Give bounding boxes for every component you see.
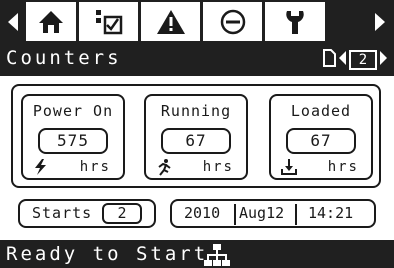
date-value: Aug12 xyxy=(239,204,285,222)
page-title: Counters xyxy=(6,47,122,69)
page-number: 2 xyxy=(349,50,377,70)
status-text: Ready to Start xyxy=(6,243,209,265)
counter-value: 67 xyxy=(286,128,356,154)
page-icon xyxy=(322,49,336,71)
counter-power-on: Power On 575 hrs xyxy=(21,94,125,180)
page-next-icon[interactable] xyxy=(379,50,388,70)
counter-running: Running 67 hrs xyxy=(144,94,248,180)
home-icon[interactable] xyxy=(26,2,76,41)
right-arrow-icon[interactable] xyxy=(369,2,391,41)
time-value: 14:21 xyxy=(308,204,354,222)
title-bar: Counters 2 xyxy=(0,43,394,76)
counter-label: Power On xyxy=(32,102,114,120)
starts-counter: Starts 2 xyxy=(18,199,156,228)
status-bar: Ready to Start xyxy=(0,240,394,268)
toolbar xyxy=(0,0,394,43)
checklist-icon[interactable] xyxy=(79,2,138,41)
counter-unit: hrs xyxy=(79,159,111,175)
date-time-display: 2010 Aug12 14:21 xyxy=(170,199,376,228)
service-wrench-icon[interactable] xyxy=(265,2,325,41)
left-arrow-icon[interactable] xyxy=(2,2,24,41)
counter-value: 67 xyxy=(161,128,231,154)
lightning-icon xyxy=(32,158,50,176)
counters-panel: Power On 575 hrs Running 67 hrs Loaded 6… xyxy=(11,84,381,188)
network-icon xyxy=(204,243,230,267)
counter-unit: hrs xyxy=(327,159,359,175)
stop-icon[interactable] xyxy=(203,2,262,41)
warning-icon[interactable] xyxy=(141,2,200,41)
counter-unit: hrs xyxy=(202,159,234,175)
date-divider xyxy=(234,204,236,225)
counter-loaded: Loaded 67 hrs xyxy=(269,94,373,180)
counter-label: Running xyxy=(160,102,232,120)
counter-label: Loaded xyxy=(290,102,352,120)
running-motor-icon xyxy=(155,158,173,176)
load-icon xyxy=(280,158,298,176)
starts-value: 2 xyxy=(102,203,142,224)
page-indicator: 2 xyxy=(322,49,388,71)
year-value: 2010 xyxy=(184,204,221,222)
counter-value: 575 xyxy=(38,128,108,154)
date-divider xyxy=(295,204,297,225)
starts-label: Starts xyxy=(32,204,93,222)
page-prev-icon[interactable] xyxy=(338,50,347,70)
